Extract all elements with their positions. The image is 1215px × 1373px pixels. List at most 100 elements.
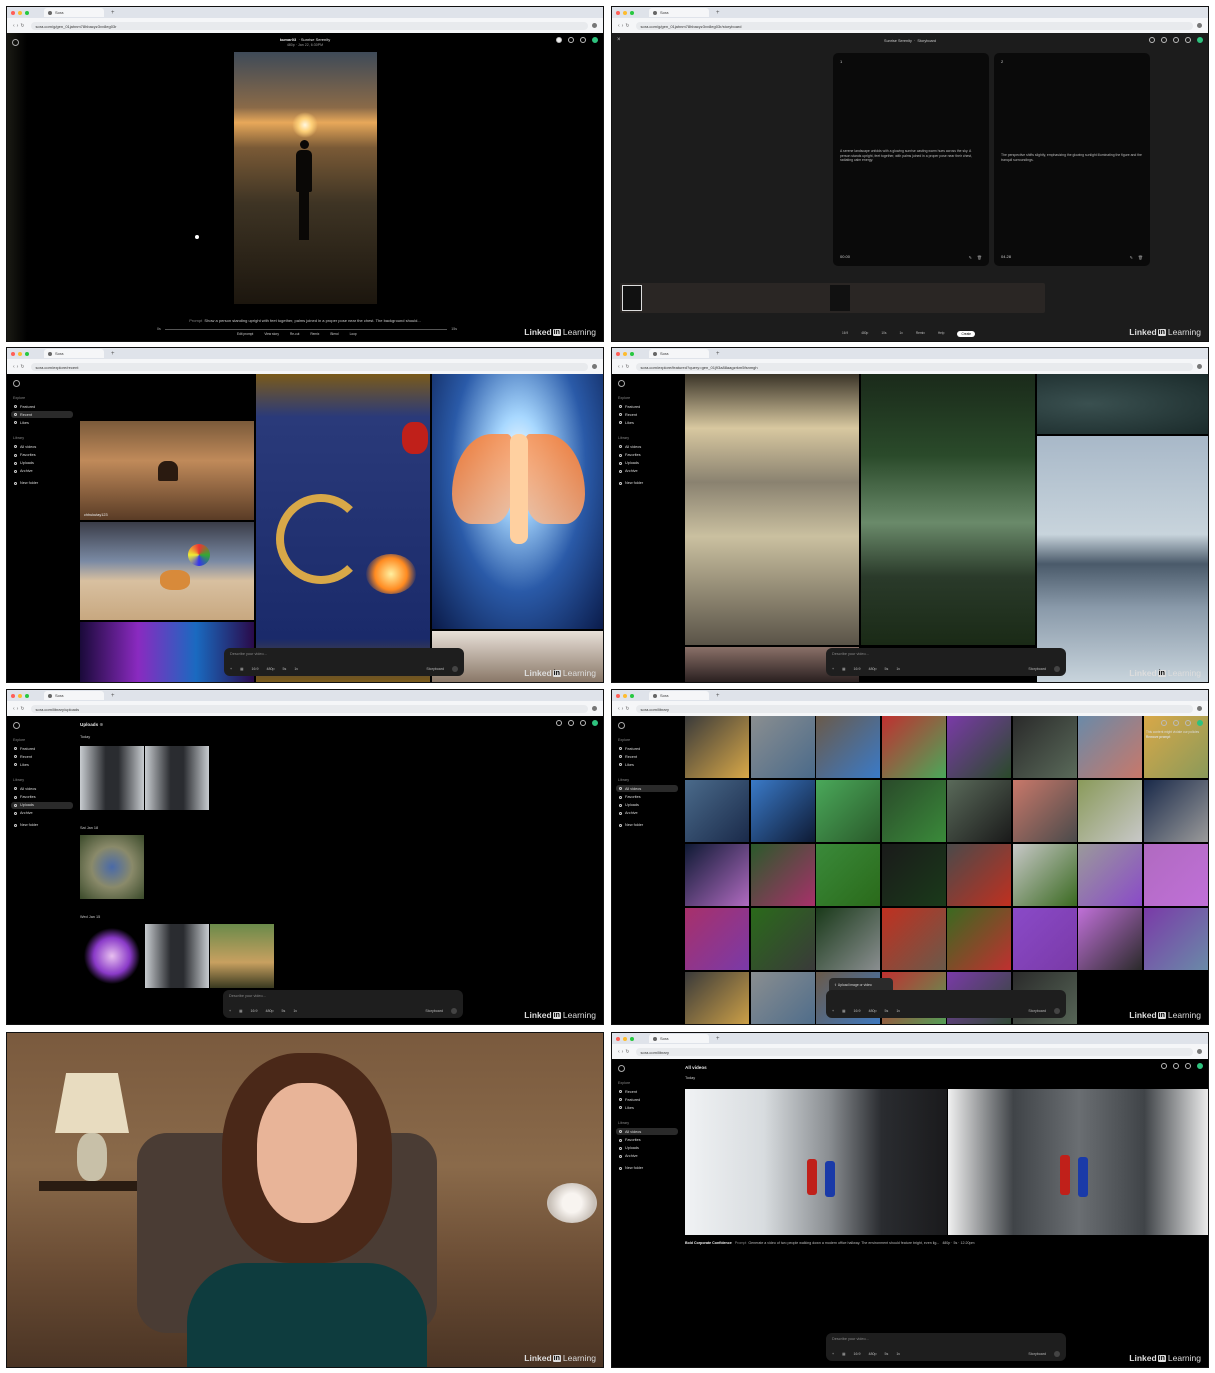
library-thumbnail[interactable] <box>881 908 946 970</box>
library-thumbnail[interactable] <box>947 716 1011 778</box>
library-thumbnail[interactable] <box>881 844 946 906</box>
nav-arrows-icon[interactable]: ‹›↻ <box>13 706 27 712</box>
submit-arrow-icon[interactable] <box>1054 1351 1060 1357</box>
sidebar-item-likes[interactable]: Likes <box>616 1104 678 1111</box>
sidebar-item-favorites[interactable]: Favorites <box>616 1137 678 1144</box>
remix-button[interactable]: Remix <box>310 332 319 336</box>
library-thumbnail[interactable] <box>1078 780 1142 842</box>
variations-button[interactable]: 1v <box>294 667 298 671</box>
sidebar-item-new-folder[interactable]: New folder <box>11 480 73 487</box>
nav-arrows-icon[interactable]: ‹›↻ <box>618 364 632 370</box>
heart-icon[interactable] <box>556 37 562 43</box>
profile-icon[interactable] <box>592 706 597 711</box>
variations-button[interactable]: 1v <box>896 1352 900 1356</box>
sidebar-item-all-videos[interactable]: All videos <box>616 785 678 793</box>
edit-icon[interactable]: ✎ <box>969 255 972 260</box>
address-bar[interactable]: sora.com/library <box>635 704 1193 713</box>
library-thumbnail[interactable] <box>816 908 880 970</box>
prompt-composer[interactable]: Describe your video... + ▦ 16:9 480p 5s 1v Sto… <box>826 1333 1066 1361</box>
sidebar-item-likes[interactable]: Likes <box>11 761 73 768</box>
resolution-button[interactable]: 480p <box>869 667 877 671</box>
settings-icon[interactable] <box>1173 37 1179 43</box>
new-tab-icon[interactable]: + <box>716 1036 720 1042</box>
new-tab-icon[interactable]: + <box>716 693 720 699</box>
trash-icon[interactable]: 🗑 <box>1138 255 1143 260</box>
sidebar-item-favorites[interactable]: Favorites <box>616 794 678 801</box>
duration-button[interactable]: 5s <box>283 667 287 671</box>
resolution-button[interactable]: 480p <box>869 1352 877 1356</box>
filter-icon[interactable] <box>1161 720 1167 726</box>
sidebar-item-favorites[interactable]: Favorites <box>11 452 73 459</box>
new-tab-icon[interactable]: + <box>111 10 115 16</box>
submit-arrow-icon[interactable] <box>452 666 458 672</box>
add-icon[interactable]: + <box>832 1352 834 1356</box>
avatar[interactable] <box>1197 720 1203 726</box>
address-bar[interactable]: sora.com/g/gen_01jahnm78hbacyz3vv8eg03r <box>30 21 588 30</box>
storyboard-icon[interactable]: ▦ <box>240 667 243 671</box>
prompt-composer[interactable]: Describe your video... + ▦ 16:9 480p 5s 1v Sto… <box>223 990 463 1018</box>
sora-logo-icon[interactable] <box>13 380 20 387</box>
resolution-button[interactable]: 480p <box>869 1009 877 1013</box>
ratio-button[interactable]: 16:9 <box>854 667 861 671</box>
bell-icon[interactable] <box>580 720 586 726</box>
library-thumbnail[interactable] <box>1078 716 1142 778</box>
sidebar-item-featured[interactable]: Featured <box>616 1096 678 1103</box>
redo-icon[interactable] <box>1161 37 1167 43</box>
library-thumbnail[interactable] <box>685 716 749 778</box>
sidebar-item-likes[interactable]: Likes <box>11 419 73 426</box>
nav-arrows-icon[interactable]: ‹›↻ <box>13 364 27 370</box>
remix-button[interactable]: Remix <box>916 331 925 337</box>
resolution-button[interactable]: 480p <box>267 667 275 671</box>
upload-thumb-birds[interactable] <box>210 924 274 988</box>
new-tab-icon[interactable]: + <box>111 351 115 357</box>
duration-button[interactable]: 10s <box>881 331 886 337</box>
resolution-button[interactable]: 480p <box>861 331 868 337</box>
browser-tab[interactable]: Sora <box>649 349 709 358</box>
ratio-button[interactable]: 16:9 <box>842 331 848 337</box>
variations-button[interactable]: 1v <box>899 331 902 337</box>
sora-logo-icon[interactable] <box>13 722 20 729</box>
add-icon[interactable]: + <box>230 667 232 671</box>
video-thumb-mountain-lake[interactable] <box>1037 436 1208 682</box>
video-thumb-lake-sunrise[interactable] <box>685 374 859 645</box>
library-thumbnail[interactable] <box>1143 908 1208 970</box>
video-frame-sunrise[interactable] <box>234 52 377 304</box>
sidebar-item-recent[interactable]: Recent <box>11 411 73 419</box>
video-thumb-fox-beach[interactable] <box>80 522 254 620</box>
sidebar-item-recent[interactable]: Recent <box>616 411 678 418</box>
sidebar-item-featured[interactable]: Featured <box>616 745 678 752</box>
upload-thumb-flower[interactable] <box>80 924 144 988</box>
sidebar-item-archive[interactable]: Archive <box>616 810 678 817</box>
profile-icon[interactable] <box>1197 23 1202 28</box>
sidebar-item-all-videos[interactable]: All videos <box>11 785 73 792</box>
library-thumbnail[interactable] <box>750 780 815 842</box>
browser-tab[interactable]: Sora <box>649 8 709 17</box>
profile-icon[interactable] <box>592 23 597 28</box>
sidebar-item-archive[interactable]: Archive <box>11 810 73 817</box>
storyboard-icon[interactable]: ▦ <box>842 1352 845 1356</box>
browser-tab[interactable]: Sora <box>44 8 104 17</box>
library-thumbnail[interactable] <box>947 780 1011 842</box>
nav-arrows-icon[interactable]: ‹›↻ <box>13 23 27 29</box>
browser-tab[interactable]: Sora <box>44 691 104 700</box>
upload-thumb-hallway[interactable] <box>145 924 209 988</box>
scrubber[interactable]: 0s 15s <box>157 327 457 331</box>
library-thumbnail[interactable] <box>750 908 815 970</box>
prompt-composer[interactable]: Describe your video... + ▦ 16:9 480p 5s 1v Sto… <box>224 648 464 676</box>
add-icon[interactable]: + <box>832 1009 834 1013</box>
view-story-button[interactable]: View story <box>264 332 279 336</box>
sidebar-item-favorites[interactable]: Favorites <box>616 452 678 459</box>
nav-arrows-icon[interactable]: ‹›↻ <box>618 23 632 29</box>
storyboard-button[interactable]: Storyboard <box>425 1009 443 1013</box>
nav-arrows-icon[interactable]: ‹›↻ <box>618 706 632 712</box>
upload-thumb-hallway[interactable] <box>145 746 209 810</box>
upload-thumb-hallway[interactable] <box>80 746 144 810</box>
submit-arrow-icon[interactable] <box>1054 1008 1060 1014</box>
video-thumb-forest-lake[interactable] <box>861 374 1035 645</box>
add-icon[interactable]: + <box>229 1009 231 1013</box>
grid-view-icon[interactable] <box>568 720 574 726</box>
storyboard-icon[interactable]: ▦ <box>842 667 845 671</box>
sidebar-item-new-folder[interactable]: New folder <box>616 822 678 829</box>
library-thumbnail[interactable] <box>1143 844 1208 906</box>
bell-icon[interactable] <box>1185 37 1191 43</box>
